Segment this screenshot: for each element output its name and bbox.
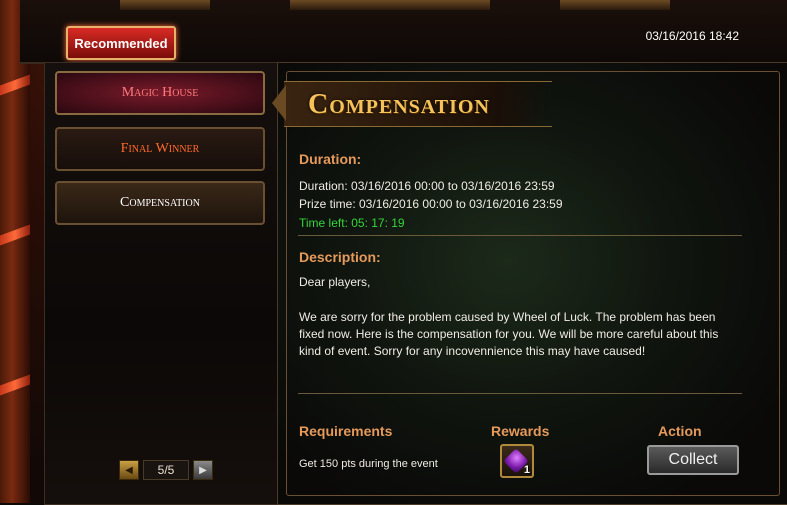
right-arrow-icon: ▶ [199, 464, 207, 476]
page-indicator: 5/5 [143, 460, 189, 480]
collect-button[interactable]: Collect [647, 445, 739, 475]
reward-quantity: 1 [523, 464, 530, 476]
prev-page-button[interactable]: ◀ [119, 460, 139, 480]
left-arrow-icon: ◀ [125, 464, 133, 476]
purple-gem-chest-icon[interactable]: 1 [500, 444, 534, 478]
divider [298, 393, 742, 394]
duration-line: Duration: 03/16/2016 00:00 to 03/16/2016… [299, 179, 555, 193]
description-body: We are sorry for the problem caused by W… [299, 310, 719, 358]
divider [298, 235, 742, 236]
title-arrow-ornament [272, 85, 286, 121]
event-title: Compensation [308, 89, 490, 120]
recommended-tab[interactable]: Recommended [66, 26, 176, 60]
pagination: ◀ 5/5 ▶ [119, 459, 213, 481]
description-heading: Description: [299, 249, 381, 265]
top-ornament [290, 0, 490, 10]
top-ornament [120, 0, 210, 10]
event-detail-panel: Compensation Duration: Duration: 03/16/2… [272, 62, 787, 505]
window-frame: Recommended 03/16/2016 18:42 Magic House… [0, 0, 787, 505]
sidebar-item-magic-house[interactable]: Magic House [55, 71, 265, 115]
sidebar-item-final-winner[interactable]: Final Winner [55, 127, 265, 171]
server-datetime: 03/16/2016 18:42 [645, 29, 739, 43]
sidebar-item-compensation[interactable]: Compensation [55, 181, 265, 225]
duration-heading: Duration: [299, 151, 362, 167]
description-greeting: Dear players, [299, 275, 371, 289]
top-ornament [560, 0, 670, 10]
left-scroll-ornament [0, 0, 30, 503]
next-page-button[interactable]: ▶ [193, 460, 213, 480]
time-left: Time left: 05: 17: 19 [299, 216, 405, 230]
requirement-text: Get 150 pts during the event [299, 458, 438, 470]
rewards-heading: Rewards [491, 423, 550, 439]
prize-time-line: Prize time: 03/16/2016 00:00 to 03/16/20… [299, 197, 563, 211]
event-list-panel: Magic House Final Winner Compensation ◀ … [44, 62, 278, 505]
action-heading: Action [658, 423, 702, 439]
requirements-heading: Requirements [299, 423, 393, 439]
